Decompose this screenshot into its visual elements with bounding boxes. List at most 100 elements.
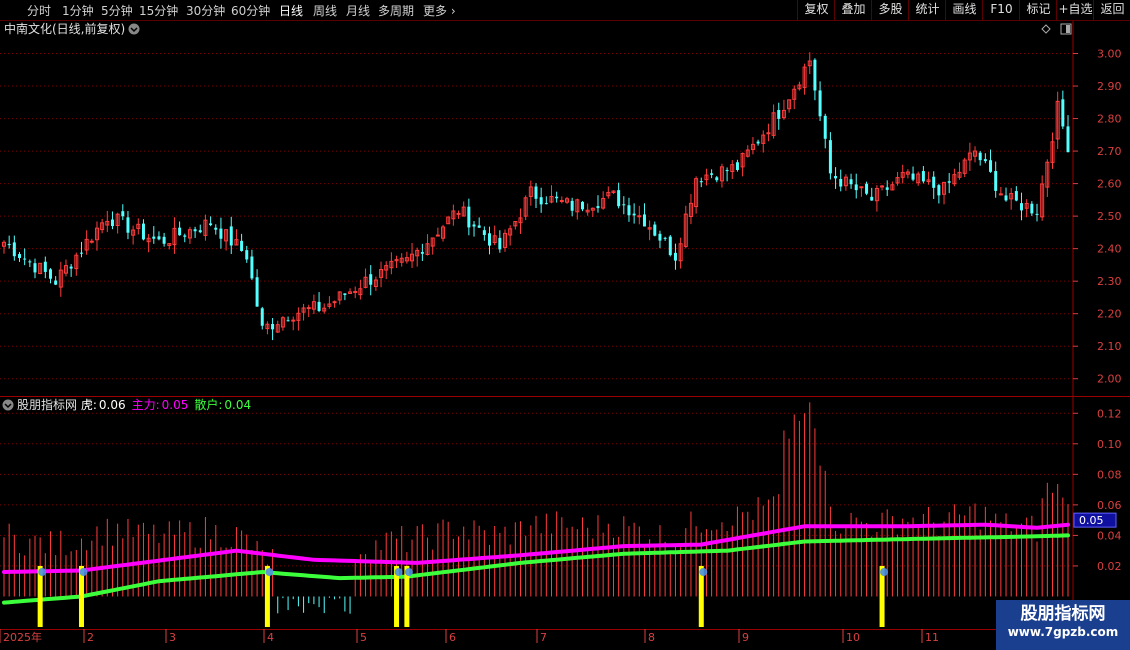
candle-body	[23, 258, 27, 260]
candle-body	[663, 237, 667, 239]
date-label-5: 6	[449, 631, 456, 644]
candle-body	[271, 324, 275, 330]
period-tab-9[interactable]: 多周期	[378, 2, 414, 19]
toolbar-button-3[interactable]: 统计	[908, 0, 946, 20]
date-label-4: 5	[360, 631, 367, 644]
candle-body	[937, 185, 941, 196]
candle-body	[534, 186, 538, 199]
candle-body	[911, 173, 915, 180]
candle-body	[839, 179, 843, 187]
candle-body	[286, 320, 290, 322]
chevron-down-icon[interactable]	[128, 23, 140, 35]
period-tab-8[interactable]: 月线	[346, 2, 370, 19]
candle-body	[555, 196, 559, 199]
candle-body	[849, 179, 853, 185]
candle-body	[998, 193, 1003, 196]
candle-body	[193, 229, 197, 232]
candle-body	[622, 204, 626, 206]
ind-tick-label-4: 0.04	[1097, 529, 1122, 542]
period-tab-10[interactable]: 更多 ›	[423, 2, 456, 19]
candle-body	[245, 250, 249, 260]
candle-body	[627, 205, 631, 216]
chevron-right-icon: ›	[447, 4, 456, 18]
price-tick-label-10: 2.00	[1097, 373, 1122, 386]
candle-body	[126, 217, 130, 233]
candle-body	[823, 115, 827, 139]
candle-body	[69, 266, 73, 269]
chart-title: 中南文化(日线,前复权)	[4, 21, 125, 36]
period-tab-0[interactable]: 分时	[27, 2, 51, 19]
candle-body	[343, 293, 347, 295]
candle-body	[214, 227, 218, 230]
candle-body	[865, 183, 869, 194]
toolbar-button-7[interactable]: +自选	[1056, 0, 1094, 20]
candle-body	[162, 236, 166, 244]
indicator-value-0: 0.06	[99, 398, 126, 412]
date-label-7: 8	[648, 631, 655, 644]
price-tick-label-0: 3.00	[1097, 48, 1122, 61]
toolbar-button-4[interactable]: 画线	[945, 0, 983, 20]
candle-body	[28, 261, 32, 263]
watermark-url: www.7gpzb.com	[1007, 625, 1119, 639]
candle-body	[1004, 195, 1008, 201]
period-tab-5[interactable]: 60分钟	[231, 2, 270, 19]
candle-body	[482, 230, 486, 235]
candle-body	[859, 186, 864, 189]
candle-body	[1061, 99, 1065, 127]
ind-tick-label-5: 0.02	[1097, 560, 1122, 573]
candle-body	[332, 301, 337, 304]
period-tab-2[interactable]: 5分钟	[101, 2, 133, 19]
candle-body	[89, 240, 94, 243]
candles	[2, 52, 1070, 341]
period-tab-6[interactable]: 日线	[279, 2, 303, 19]
toolbar-button-2[interactable]: 多股	[871, 0, 909, 20]
candle-body	[978, 152, 982, 161]
toolbar-button-0[interactable]: 复权	[797, 0, 835, 20]
indicator-label-2: 散户:	[194, 397, 222, 412]
chart-area: 3.00 2.90 2.80 2.70 2.60 2.50 2.40 2.30 2.20 2.10…	[0, 21, 1130, 650]
toolbar-button-5[interactable]: F10	[982, 0, 1020, 20]
candle-body	[777, 109, 781, 119]
candle-body	[1035, 213, 1039, 215]
candle-body	[1020, 203, 1024, 211]
price-tick-label-3: 2.70	[1097, 145, 1122, 158]
watermark-title: 股朋指标网	[1020, 604, 1106, 624]
indicator-label-1: 主力:	[132, 398, 160, 412]
candle-body	[255, 277, 259, 307]
candle-body	[250, 256, 254, 279]
current-value-label: 0.05	[1079, 514, 1104, 527]
panel-toggle-icon[interactable]	[1060, 23, 1072, 35]
candle-body	[456, 212, 461, 215]
candle-body	[472, 224, 476, 227]
period-tab-1[interactable]: 1分钟	[62, 2, 94, 19]
ind-tick-label-1: 0.10	[1097, 438, 1122, 451]
candle-body	[178, 227, 182, 236]
period-tab-3[interactable]: 15分钟	[139, 2, 178, 19]
period-tab-4[interactable]: 30分钟	[186, 2, 225, 19]
candle-body	[1066, 126, 1070, 153]
candle-body	[435, 234, 440, 237]
candle-body	[54, 280, 58, 285]
candle-body	[870, 196, 874, 201]
date-label-9: 10	[846, 631, 860, 644]
toolbar-button-6[interactable]: 标记	[1019, 0, 1057, 20]
diamond-icon[interactable]	[1041, 24, 1051, 34]
candle-body	[983, 159, 987, 162]
candle-body	[932, 176, 936, 188]
chevron-down-icon-indicator[interactable]	[2, 399, 14, 411]
price-tick-label-6: 2.40	[1097, 243, 1122, 256]
candle-body	[260, 308, 264, 326]
price-tick-label-8: 2.20	[1097, 308, 1122, 321]
candle-body	[921, 171, 925, 182]
candle-body	[306, 307, 311, 310]
toolbar-button-8[interactable]: 返回	[1093, 0, 1130, 20]
toolbar: 分时 1分钟 5分钟 15分钟 30分钟 60分钟 日线 周线 月线 多周期 更多 › 复权 叠加 多股统…	[0, 0, 1130, 21]
candle-body	[544, 203, 548, 205]
candle-body	[710, 173, 714, 175]
candle-body	[725, 170, 729, 172]
date-label-1: 2	[87, 631, 94, 644]
candle-body	[291, 319, 296, 322]
candle-body	[668, 236, 672, 256]
period-tab-7[interactable]: 周线	[313, 2, 337, 19]
toolbar-button-1[interactable]: 叠加	[834, 0, 872, 20]
